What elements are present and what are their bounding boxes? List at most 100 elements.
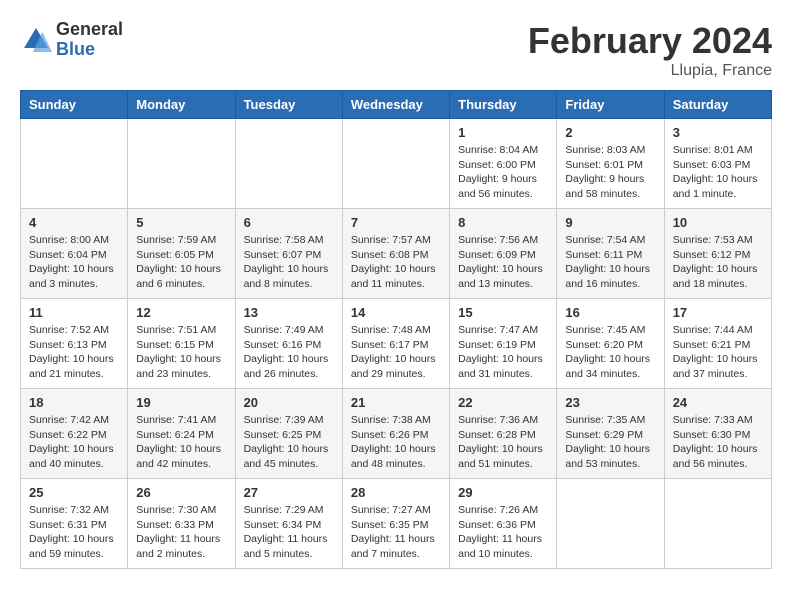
month-title: February 2024 [528,20,772,62]
day-info: Sunrise: 7:54 AM Sunset: 6:11 PM Dayligh… [565,233,655,292]
day-number: 10 [673,215,763,230]
day-number: 21 [351,395,441,410]
calendar-cell: 24 Sunrise: 7:33 AM Sunset: 6:30 PM Dayli… [664,389,771,479]
day-info: Sunrise: 7:27 AM Sunset: 6:35 PM Dayligh… [351,503,441,562]
day-number: 24 [673,395,763,410]
day-number: 22 [458,395,548,410]
calendar-cell: 16 Sunrise: 7:45 AM Sunset: 6:20 PM Dayli… [557,299,664,389]
logo-icon [20,24,52,56]
calendar-cell: 6 Sunrise: 7:58 AM Sunset: 6:07 PM Daylig… [235,209,342,299]
calendar-cell: 28 Sunrise: 7:27 AM Sunset: 6:35 PM Dayli… [342,479,449,569]
day-number: 4 [29,215,119,230]
day-number: 11 [29,305,119,320]
day-info: Sunrise: 7:59 AM Sunset: 6:05 PM Dayligh… [136,233,226,292]
calendar-cell: 15Sunrise: 7:47 AM Sunset: 6:19 PM Dayli… [450,299,557,389]
calendar-header-row: SundayMondayTuesdayWednesdayThursdayFrid… [21,91,772,119]
day-info: Sunrise: 7:52 AM Sunset: 6:13 PM Dayligh… [29,323,119,382]
calendar-cell: 3 Sunrise: 8:01 AM Sunset: 6:03 PM Daylig… [664,119,771,209]
day-info: Sunrise: 7:57 AM Sunset: 6:08 PM Dayligh… [351,233,441,292]
calendar-cell: 17 Sunrise: 7:44 AM Sunset: 6:21 PM Dayli… [664,299,771,389]
calendar-cell: 19 Sunrise: 7:41 AM Sunset: 6:24 PM Dayli… [128,389,235,479]
calendar-week-row: 25 Sunrise: 7:32 AM Sunset: 6:31 PM Dayli… [21,479,772,569]
col-header-thursday: Thursday [450,91,557,119]
calendar-cell: 10 Sunrise: 7:53 AM Sunset: 6:12 PM Dayli… [664,209,771,299]
day-info: Sunrise: 7:38 AM Sunset: 6:26 PM Dayligh… [351,413,441,472]
day-info: Sunrise: 7:49 AM Sunset: 6:16 PM Dayligh… [244,323,334,382]
day-number: 3 [673,125,763,140]
logo: General Blue [20,20,123,60]
day-info: Sunrise: 8:03 AM Sunset: 6:01 PM Dayligh… [565,143,655,202]
day-number: 5 [136,215,226,230]
calendar-cell: 27Sunrise: 7:29 AM Sunset: 6:34 PM Dayli… [235,479,342,569]
col-header-friday: Friday [557,91,664,119]
calendar-cell: 8Sunrise: 7:56 AM Sunset: 6:09 PM Daylig… [450,209,557,299]
day-info: Sunrise: 7:48 AM Sunset: 6:17 PM Dayligh… [351,323,441,382]
calendar-table: SundayMondayTuesdayWednesdayThursdayFrid… [20,90,772,569]
day-info: Sunrise: 7:33 AM Sunset: 6:30 PM Dayligh… [673,413,763,472]
logo-general: General [56,20,123,40]
day-number: 19 [136,395,226,410]
title-area: February 2024 Llupia, France [528,20,772,80]
calendar-cell: 26 Sunrise: 7:30 AM Sunset: 6:33 PM Dayli… [128,479,235,569]
calendar-cell [664,479,771,569]
calendar-cell [128,119,235,209]
day-info: Sunrise: 7:30 AM Sunset: 6:33 PM Dayligh… [136,503,226,562]
day-number: 25 [29,485,119,500]
calendar-cell: 9 Sunrise: 7:54 AM Sunset: 6:11 PM Daylig… [557,209,664,299]
day-number: 12 [136,305,226,320]
day-info: Sunrise: 7:44 AM Sunset: 6:21 PM Dayligh… [673,323,763,382]
calendar-cell: 4Sunrise: 8:00 AM Sunset: 6:04 PM Daylig… [21,209,128,299]
day-info: Sunrise: 7:56 AM Sunset: 6:09 PM Dayligh… [458,233,548,292]
calendar-cell: 18 Sunrise: 7:42 AM Sunset: 6:22 PM Dayli… [21,389,128,479]
day-info: Sunrise: 7:32 AM Sunset: 6:31 PM Dayligh… [29,503,119,562]
day-info: Sunrise: 7:35 AM Sunset: 6:29 PM Dayligh… [565,413,655,472]
day-number: 13 [244,305,334,320]
day-info: Sunrise: 7:41 AM Sunset: 6:24 PM Dayligh… [136,413,226,472]
col-header-tuesday: Tuesday [235,91,342,119]
calendar-cell: 22 Sunrise: 7:36 AM Sunset: 6:28 PM Dayli… [450,389,557,479]
day-info: Sunrise: 8:01 AM Sunset: 6:03 PM Dayligh… [673,143,763,202]
day-info: Sunrise: 7:39 AM Sunset: 6:25 PM Dayligh… [244,413,334,472]
day-number: 28 [351,485,441,500]
day-info: Sunrise: 7:58 AM Sunset: 6:07 PM Dayligh… [244,233,334,292]
col-header-wednesday: Wednesday [342,91,449,119]
calendar-week-row: 1 Sunrise: 8:04 AM Sunset: 6:00 PM Daylig… [21,119,772,209]
day-number: 1 [458,125,548,140]
day-info: Sunrise: 7:36 AM Sunset: 6:28 PM Dayligh… [458,413,548,472]
day-number: 6 [244,215,334,230]
col-header-monday: Monday [128,91,235,119]
day-number: 15 [458,305,548,320]
day-number: 9 [565,215,655,230]
day-info: Sunrise: 7:45 AM Sunset: 6:20 PM Dayligh… [565,323,655,382]
location: Llupia, France [528,62,772,80]
day-info: Sunrise: 7:51 AM Sunset: 6:15 PM Dayligh… [136,323,226,382]
day-number: 2 [565,125,655,140]
col-header-sunday: Sunday [21,91,128,119]
day-number: 17 [673,305,763,320]
calendar-week-row: 4Sunrise: 8:00 AM Sunset: 6:04 PM Daylig… [21,209,772,299]
logo-blue: Blue [56,40,123,60]
day-number: 26 [136,485,226,500]
calendar-cell: 14 Sunrise: 7:48 AM Sunset: 6:17 PM Dayli… [342,299,449,389]
calendar-week-row: 18 Sunrise: 7:42 AM Sunset: 6:22 PM Dayli… [21,389,772,479]
calendar-cell: 12 Sunrise: 7:51 AM Sunset: 6:15 PM Dayli… [128,299,235,389]
day-info: Sunrise: 7:53 AM Sunset: 6:12 PM Dayligh… [673,233,763,292]
day-number: 16 [565,305,655,320]
calendar-cell: 7 Sunrise: 7:57 AM Sunset: 6:08 PM Daylig… [342,209,449,299]
day-number: 14 [351,305,441,320]
day-info: Sunrise: 7:26 AM Sunset: 6:36 PM Dayligh… [458,503,548,562]
day-number: 20 [244,395,334,410]
day-info: Sunrise: 7:42 AM Sunset: 6:22 PM Dayligh… [29,413,119,472]
day-number: 18 [29,395,119,410]
day-info: Sunrise: 7:29 AM Sunset: 6:34 PM Dayligh… [244,503,334,562]
calendar-cell: 29Sunrise: 7:26 AM Sunset: 6:36 PM Dayli… [450,479,557,569]
col-header-saturday: Saturday [664,91,771,119]
calendar-cell: 5 Sunrise: 7:59 AM Sunset: 6:05 PM Daylig… [128,209,235,299]
day-number: 7 [351,215,441,230]
day-info: Sunrise: 8:04 AM Sunset: 6:00 PM Dayligh… [458,143,548,202]
calendar-cell: 25 Sunrise: 7:32 AM Sunset: 6:31 PM Dayli… [21,479,128,569]
calendar-cell: 1 Sunrise: 8:04 AM Sunset: 6:00 PM Daylig… [450,119,557,209]
calendar-cell [235,119,342,209]
calendar-cell [557,479,664,569]
calendar-cell [342,119,449,209]
